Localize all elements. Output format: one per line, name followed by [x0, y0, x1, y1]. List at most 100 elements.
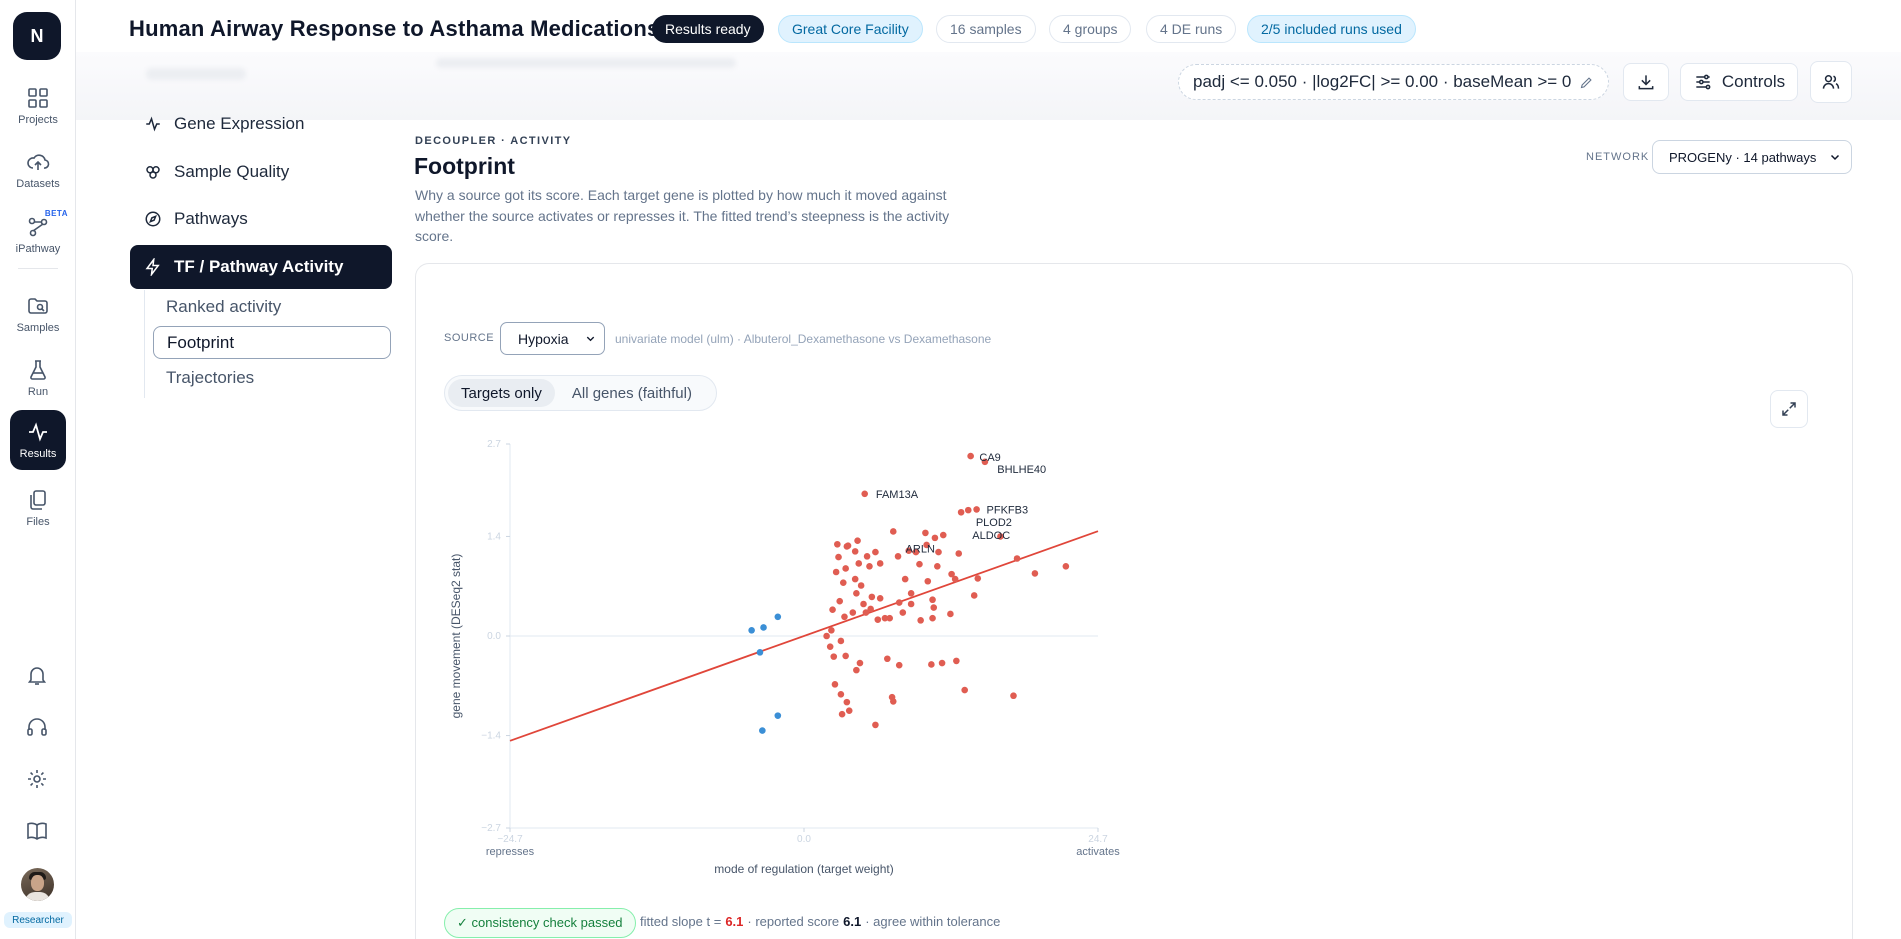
target-point-positive: [853, 666, 860, 674]
target-point-negative: [760, 624, 767, 631]
rail-item-results[interactable]: Results: [10, 410, 66, 470]
nav-item-tf-pathway-activity[interactable]: TF / Pathway Activity: [130, 245, 392, 289]
rail-item-datasets[interactable]: Datasets: [10, 142, 66, 198]
gene-label: CA9: [979, 452, 1000, 464]
subnav-item-ranked-activity[interactable]: Ranked activity: [153, 290, 391, 323]
controls-label: Controls: [1721, 72, 1786, 91]
target-point-positive: [837, 637, 845, 645]
rail-item-run[interactable]: Run: [10, 350, 66, 406]
gene-label: ARLN: [906, 544, 935, 556]
target-point-positive: [863, 553, 871, 560]
section-eyebrow: DECOUPLER · ACTIVITY: [415, 135, 572, 147]
controls-button[interactable]: Controls: [1680, 63, 1798, 101]
de-runs-badge: 4 DE runs: [1146, 15, 1237, 43]
subnav-item-footprint[interactable]: Footprint: [153, 326, 391, 359]
rail-item-ipathway[interactable]: BETA iPathway: [10, 207, 68, 263]
rail-divider: [18, 268, 58, 269]
gene-label: PFKFB3: [987, 504, 1029, 516]
target-point-positive: [841, 613, 848, 621]
nav-item-gene-expression[interactable]: Gene Expression: [130, 102, 392, 146]
target-point-positive: [924, 577, 932, 585]
consistency-badge: ✓ consistency check passed: [444, 908, 636, 938]
source-value: Hypoxia: [518, 330, 569, 347]
y-axis-title: gene movement (DESeq2 stat): [449, 554, 463, 719]
subnav-item-trajectories[interactable]: Trajectories: [153, 361, 391, 394]
target-point-positive: [922, 529, 929, 537]
target-point-positive: [842, 652, 849, 660]
target-point-positive: [845, 707, 853, 714]
target-point-positive: [830, 653, 838, 660]
target-point-positive: [907, 600, 915, 608]
bell-icon[interactable]: [25, 663, 49, 687]
nav-label: Pathways: [174, 209, 248, 228]
groups-badge: 4 groups: [1049, 15, 1132, 43]
filter-pill[interactable]: padj <= 0.050 · |log2FC| >= 0.00 · baseM…: [1178, 64, 1610, 100]
left-rail: N Projects Datasets BETA iPathway Sample…: [0, 0, 76, 939]
target-point-positive: [828, 627, 835, 634]
y-tick-label: −1.4: [481, 731, 501, 742]
target-point-positive: [836, 597, 844, 605]
network-label: NETWORK: [1586, 151, 1650, 163]
source-label: SOURCE: [444, 332, 495, 344]
target-point-positive: [929, 596, 936, 604]
page-title: Human Airway Response to Asthama Medicat…: [129, 16, 660, 41]
gear-icon[interactable]: [25, 767, 49, 791]
target-point-positive: [872, 721, 879, 729]
section-description: Why a source got its score. Each target …: [415, 187, 950, 244]
book-icon[interactable]: [25, 819, 49, 843]
target-point-positive: [874, 616, 882, 623]
target-point-positive: [860, 600, 867, 608]
nav-item-sample-quality[interactable]: Sample Quality: [130, 150, 392, 194]
network-select[interactable]: PROGENy · 14 pathways: [1652, 140, 1852, 174]
target-point-positive: [938, 659, 946, 667]
source-select[interactable]: Hypoxia: [500, 322, 605, 355]
runs-used-badge: 2/5 included runs used: [1247, 15, 1416, 43]
grid-icon: [28, 88, 48, 108]
filter-text: padj <= 0.050 · |log2FC| >= 0.00 · baseM…: [1193, 72, 1572, 91]
expand-button[interactable]: [1770, 390, 1808, 428]
folder-search-icon: [28, 298, 48, 314]
footprint-scatter-chart: 2.7 1.4 0.0 −1.4 −2.7−24.7 0.0 24.7 represses ac…: [449, 439, 1120, 876]
download-button[interactable]: [1623, 63, 1669, 101]
fitted-slope-value: 6.1: [725, 914, 744, 929]
target-point-negative: [774, 613, 782, 621]
target-point-positive: [1031, 570, 1039, 577]
chevron-down-icon: [1830, 154, 1840, 161]
rail-label: Samples: [16, 322, 60, 334]
x-end-label-right: activates: [1076, 846, 1120, 858]
rail-label: iPathway: [15, 243, 61, 255]
target-point-positive: [876, 560, 884, 567]
flask-icon: [30, 360, 46, 380]
cells-icon: [146, 166, 160, 179]
target-point-positive: [895, 599, 903, 606]
target-point-positive: [951, 575, 959, 583]
nav-label: Sample Quality: [174, 162, 290, 181]
target-point-positive: [849, 609, 857, 616]
avatar[interactable]: [21, 868, 54, 901]
samples-badge: 16 samples: [936, 15, 1036, 43]
x-tick-label: −24.7: [497, 834, 523, 845]
toggle-targets-only[interactable]: Targets only: [448, 379, 555, 407]
nav-label: TF / Pathway Activity: [174, 257, 344, 276]
x-tick-label: 24.7: [1088, 834, 1108, 845]
pulse-icon: [29, 422, 47, 442]
rail-item-projects[interactable]: Projects: [10, 78, 66, 134]
download-icon: [1638, 75, 1654, 90]
app-logo[interactable]: N: [13, 12, 61, 60]
nav-item-pathways[interactable]: Pathways: [130, 197, 392, 241]
consistency-prefix: fitted slope t =: [640, 914, 722, 929]
bolt-icon: [145, 258, 160, 276]
network-value: PROGENy · 14 pathways: [1669, 149, 1817, 165]
y-tick-label: 0.0: [487, 631, 501, 642]
toggle-all-genes[interactable]: All genes (faithful): [559, 379, 705, 407]
rail-item-samples[interactable]: Samples: [10, 286, 66, 342]
users-button[interactable]: [1810, 61, 1852, 103]
target-point-positive: [895, 661, 903, 669]
target-point-positive: [935, 548, 942, 556]
headset-icon[interactable]: [25, 715, 49, 739]
target-point-positive: [889, 698, 897, 705]
target-point-positive: [899, 609, 907, 616]
rail-item-files[interactable]: Files: [10, 480, 66, 536]
target-point-positive: [851, 575, 859, 583]
subnav-rule: [144, 290, 145, 398]
